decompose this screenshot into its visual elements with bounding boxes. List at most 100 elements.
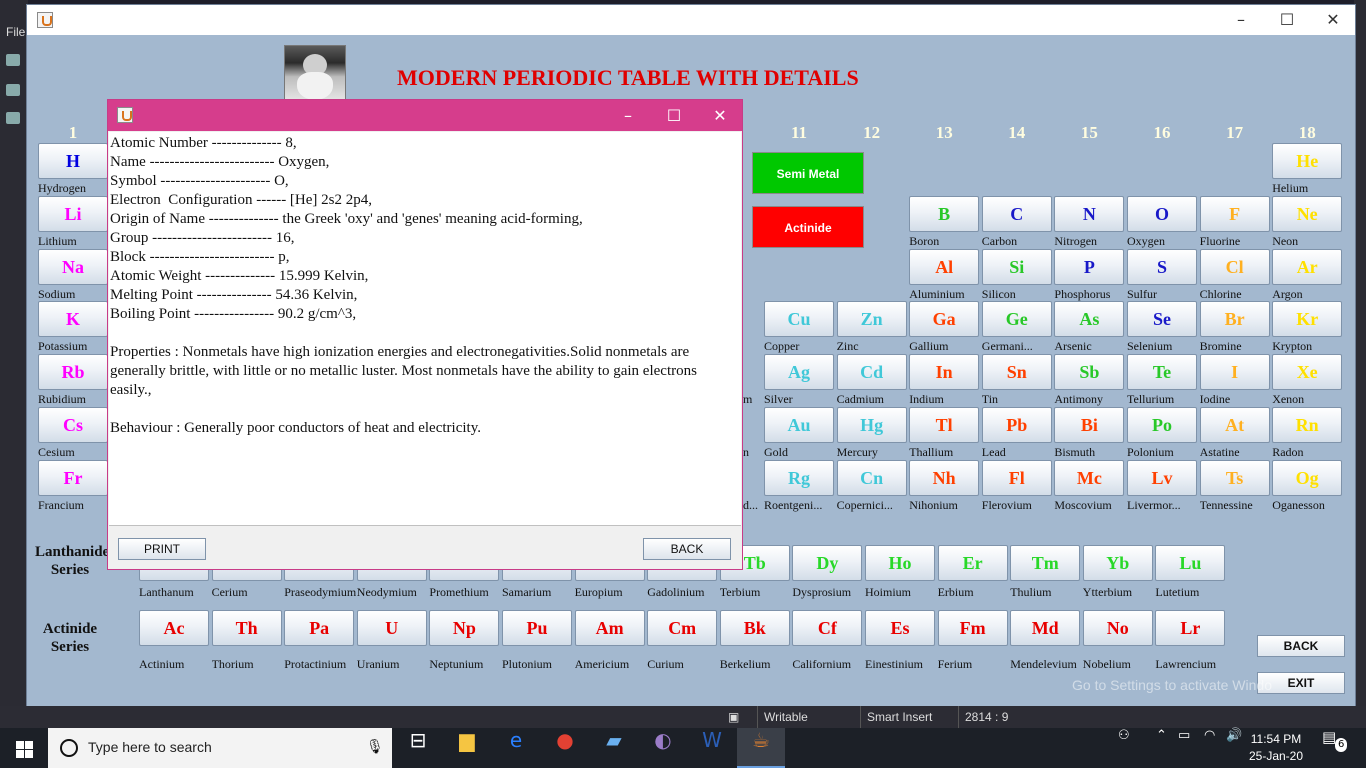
element-aluminium-button[interactable]: Al <box>909 248 980 285</box>
chrome-browser-icon[interactable]: ● <box>541 728 589 768</box>
wifi-icon[interactable]: ◠ <box>1204 728 1215 768</box>
ide-file-menu[interactable]: File <box>6 25 25 39</box>
actinide-ferium-button[interactable]: Fm <box>937 610 1008 646</box>
actinide-lawrencium-button[interactable]: Lr <box>1155 610 1226 646</box>
dialog-maximize-icon[interactable]: ☐ <box>651 100 697 131</box>
microphone-icon[interactable]: 🎙 <box>366 739 384 755</box>
ide-toolbar-icon[interactable] <box>6 112 20 124</box>
actinide-curium-button[interactable]: Cm <box>647 610 718 646</box>
element-tellurium-button[interactable]: Te <box>1127 354 1197 391</box>
battery-icon[interactable]: ▭ <box>1178 728 1190 768</box>
task-view-icon[interactable]: ⊟ <box>394 728 442 768</box>
volume-icon[interactable]: 🔊 <box>1226 728 1242 768</box>
element-lithium-button[interactable]: Li <box>38 195 108 232</box>
element-gallium-button[interactable]: Ga <box>909 301 980 338</box>
actinide-protactinium-button[interactable]: Pa <box>284 610 355 646</box>
element-gold-button[interactable]: Au <box>764 407 834 443</box>
actinide-americium-button[interactable]: Am <box>574 610 645 646</box>
element-rubidium-button[interactable]: Rb <box>38 354 108 391</box>
element-oganesson-button[interactable]: Og <box>1272 459 1343 496</box>
element-silver-button[interactable]: Ag <box>764 354 834 391</box>
element-hydrogen-button[interactable]: H <box>38 143 108 179</box>
element-germani-button[interactable]: Ge <box>981 301 1052 338</box>
back-button[interactable]: BACK <box>1257 635 1345 657</box>
chevron-up-icon[interactable]: ⌃ <box>1156 728 1167 768</box>
element-selenium-button[interactable]: Se <box>1127 301 1197 338</box>
element-copper-button[interactable]: Cu <box>764 301 834 338</box>
dialog-back-button[interactable]: BACK <box>643 538 731 560</box>
print-button[interactable]: PRINT <box>118 538 206 560</box>
edge-browser-icon[interactable]: e <box>492 728 540 768</box>
element-cadmium-button[interactable]: Cd <box>836 354 907 391</box>
actinide-mendelevium-button[interactable]: Md <box>1010 610 1081 646</box>
minimize-icon[interactable]: – <box>1218 5 1264 35</box>
element-argon-button[interactable]: Ar <box>1272 248 1343 285</box>
element-iodine-button[interactable]: I <box>1199 354 1270 391</box>
element-copernici-button[interactable]: Cn <box>836 459 907 496</box>
element-silicon-button[interactable]: Si <box>981 248 1052 285</box>
element-thallium-button[interactable]: Tl <box>909 407 980 443</box>
actinide-einestinium-button[interactable]: Es <box>865 610 935 646</box>
element-krypton-button[interactable]: Kr <box>1272 301 1343 338</box>
dialog-close-icon[interactable]: ✕ <box>697 100 743 131</box>
actinide-plutonium-button[interactable]: Pu <box>502 610 572 646</box>
element-fluorine-button[interactable]: F <box>1199 195 1270 232</box>
element-antimony-button[interactable]: Sb <box>1054 354 1125 391</box>
network-app-icon[interactable]: ▰ <box>590 728 638 768</box>
element-helium-button[interactable]: He <box>1272 143 1343 179</box>
java-app-taskbar-icon[interactable]: ☕ <box>737 728 785 768</box>
element-oxygen-button[interactable]: O <box>1127 195 1197 232</box>
element-roentgeni-button[interactable]: Rg <box>764 459 834 496</box>
lanthanide-erbium-button[interactable]: Er <box>937 545 1008 581</box>
element-bromine-button[interactable]: Br <box>1199 301 1270 338</box>
actinide-actinium-button[interactable]: Ac <box>139 610 209 646</box>
element-livermor-button[interactable]: Lv <box>1127 459 1197 496</box>
element-tin-button[interactable]: Sn <box>981 354 1052 391</box>
lanthanide-thulium-button[interactable]: Tm <box>1010 545 1081 581</box>
element-phosphorus-button[interactable]: P <box>1054 248 1125 285</box>
word-icon[interactable]: W <box>688 728 736 768</box>
element-nitrogen-button[interactable]: N <box>1054 195 1125 232</box>
element-mercury-button[interactable]: Hg <box>836 407 907 443</box>
element-zinc-button[interactable]: Zn <box>836 301 907 338</box>
element-flerovium-button[interactable]: Fl <box>981 459 1052 496</box>
lanthanide-lutetium-button[interactable]: Lu <box>1155 545 1226 581</box>
lanthanide-dysprosium-button[interactable]: Dy <box>792 545 863 581</box>
taskbar-clock[interactable]: 11:54 PM 25-Jan-20 <box>1248 731 1304 765</box>
legend-actinide[interactable]: Actinide <box>752 206 864 248</box>
element-polonium-button[interactable]: Po <box>1127 407 1197 443</box>
element-sulfur-button[interactable]: S <box>1127 248 1197 285</box>
element-radon-button[interactable]: Rn <box>1272 407 1343 443</box>
element-potassium-button[interactable]: K <box>38 301 108 338</box>
element-lead-button[interactable]: Pb <box>981 407 1052 443</box>
element-neon-button[interactable]: Ne <box>1272 195 1343 232</box>
element-carbon-button[interactable]: C <box>981 195 1052 232</box>
element-tennessine-button[interactable]: Ts <box>1199 459 1270 496</box>
dialog-minimize-icon[interactable]: – <box>605 100 651 131</box>
maximize-icon[interactable]: ☐ <box>1264 5 1310 35</box>
element-nihonium-button[interactable]: Nh <box>909 459 980 496</box>
element-bismuth-button[interactable]: Bi <box>1054 407 1125 443</box>
eclipse-ide-icon[interactable]: ◐ <box>639 728 687 768</box>
element-indium-button[interactable]: In <box>909 354 980 391</box>
close-icon[interactable]: ✕ <box>1310 5 1356 35</box>
element-cesium-button[interactable]: Cs <box>38 407 108 443</box>
element-arsenic-button[interactable]: As <box>1054 301 1125 338</box>
actinide-californium-button[interactable]: Cf <box>792 610 863 646</box>
element-details-text[interactable]: Atomic Number -------------- 8, Name ---… <box>109 132 741 526</box>
element-astatine-button[interactable]: At <box>1199 407 1270 443</box>
start-button[interactable] <box>0 728 48 768</box>
actinide-berkelium-button[interactable]: Bk <box>719 610 790 646</box>
actinide-nobelium-button[interactable]: No <box>1082 610 1153 646</box>
element-francium-button[interactable]: Fr <box>38 459 108 496</box>
element-xenon-button[interactable]: Xe <box>1272 354 1343 391</box>
lanthanide-hoimium-button[interactable]: Ho <box>865 545 935 581</box>
taskbar-search-box[interactable]: Type here to search 🎙 <box>48 728 392 768</box>
lanthanide-ytterbium-button[interactable]: Yb <box>1082 545 1153 581</box>
legend-semi-metal[interactable]: Semi Metal <box>752 152 864 194</box>
element-sodium-button[interactable]: Na <box>38 248 108 285</box>
element-chlorine-button[interactable]: Cl <box>1199 248 1270 285</box>
people-icon[interactable]: ⚇ <box>1118 728 1130 768</box>
element-boron-button[interactable]: B <box>909 195 980 232</box>
file-explorer-icon[interactable]: ▆ <box>443 728 491 768</box>
